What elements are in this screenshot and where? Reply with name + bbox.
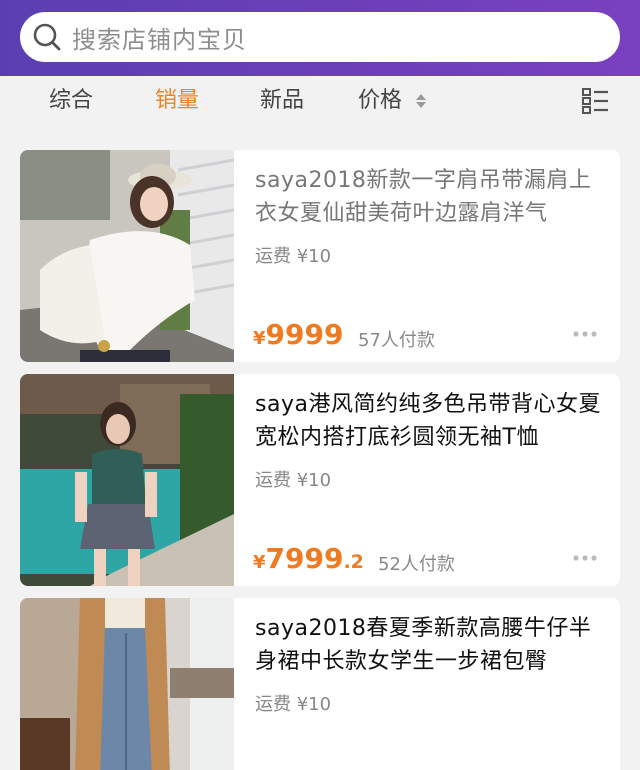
product-title[interactable]: saya2018新款一字肩吊带漏肩上衣女夏仙甜美荷叶边露肩洋气 [255,164,610,230]
price-main: 9999 [265,318,344,351]
price-main: 7999 [265,542,344,575]
product-price: ¥7999.2 [253,542,364,575]
price-currency: ¥ [253,552,266,573]
filter-sales[interactable]: 销量 [155,86,199,116]
product-title[interactable]: saya港风简约纯多色吊带背心女夏宽松内搭打底衫圆领无袖T恤 [255,388,610,454]
filter-price[interactable]: 价格 [358,86,427,116]
shipping-fee: 运费 ¥10 [255,470,332,491]
more-dots-icon[interactable] [572,554,598,562]
shipping-fee: 运费 ¥10 [255,246,332,267]
more-dots-icon[interactable] [572,330,598,338]
list-layout-icon[interactable] [581,87,609,115]
search-input[interactable]: 搜索店铺内宝贝 [72,20,247,55]
product-title[interactable]: saya2018春夏季新款高腰牛仔半身裙中长款女学生一步裙包臀 [255,612,610,678]
product-card[interactable]: saya2018新款一字肩吊带漏肩上衣女夏仙甜美荷叶边露肩洋气 运费 ¥10 ¥… [20,150,620,362]
product-price: ¥9999 [253,318,343,351]
price-currency: ¥ [253,328,266,349]
product-image[interactable] [20,374,234,586]
product-image[interactable] [20,150,234,362]
product-card[interactable]: saya港风简约纯多色吊带背心女夏宽松内搭打底衫圆领无袖T恤 运费 ¥10 ¥7… [20,374,620,586]
shipping-fee: 运费 ¥10 [255,694,332,715]
filter-price-label: 价格 [358,88,403,113]
product-card[interactable]: saya2018春夏季新款高腰牛仔半身裙中长款女学生一步裙包臀 运费 ¥10 [20,598,620,770]
paid-count: 52人付款 [378,554,455,575]
paid-count: 57人付款 [358,330,435,351]
filter-comprehensive[interactable]: 综合 [49,86,93,116]
price-decimal: .2 [343,551,364,573]
product-image[interactable] [20,598,234,770]
filter-new[interactable]: 新品 [260,86,304,116]
search-bar[interactable]: 搜索店铺内宝贝 [20,12,620,62]
filter-bar: 综合 销量 新品 价格 [0,76,640,130]
search-icon [33,23,61,51]
header-bar: 搜索店铺内宝贝 [0,0,640,76]
sort-arrows-icon [416,94,427,108]
